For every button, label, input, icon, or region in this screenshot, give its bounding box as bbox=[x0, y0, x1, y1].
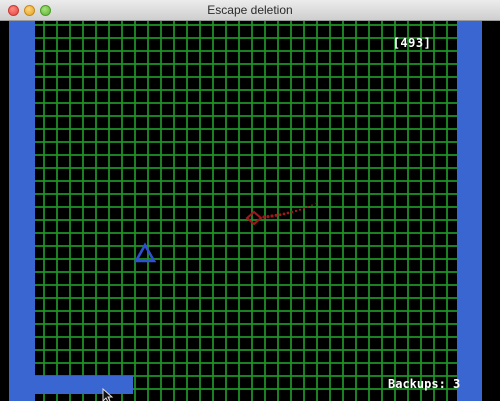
left-border bbox=[0, 21, 9, 401]
triangle-ship-icon bbox=[133, 242, 157, 263]
enemy-diamond bbox=[245, 210, 263, 226]
timer-counter: [493] bbox=[392, 36, 432, 50]
game-window: Escape deletion [493] Backups: 3 bbox=[0, 0, 500, 401]
right-wall bbox=[457, 21, 482, 401]
left-wall bbox=[9, 21, 35, 401]
diamond-chaser-icon bbox=[245, 202, 317, 226]
window-titlebar: Escape deletion bbox=[0, 0, 500, 21]
backups-readout: Backups: 3 bbox=[388, 377, 460, 391]
backups-label: Backups: bbox=[388, 377, 446, 391]
enemy-trail bbox=[262, 202, 317, 219]
mouse-pointer-icon bbox=[102, 388, 114, 401]
bottom-wall-segment bbox=[9, 376, 133, 394]
window-title: Escape deletion bbox=[207, 3, 293, 17]
right-border bbox=[482, 21, 500, 401]
backups-count: 3 bbox=[453, 377, 461, 391]
